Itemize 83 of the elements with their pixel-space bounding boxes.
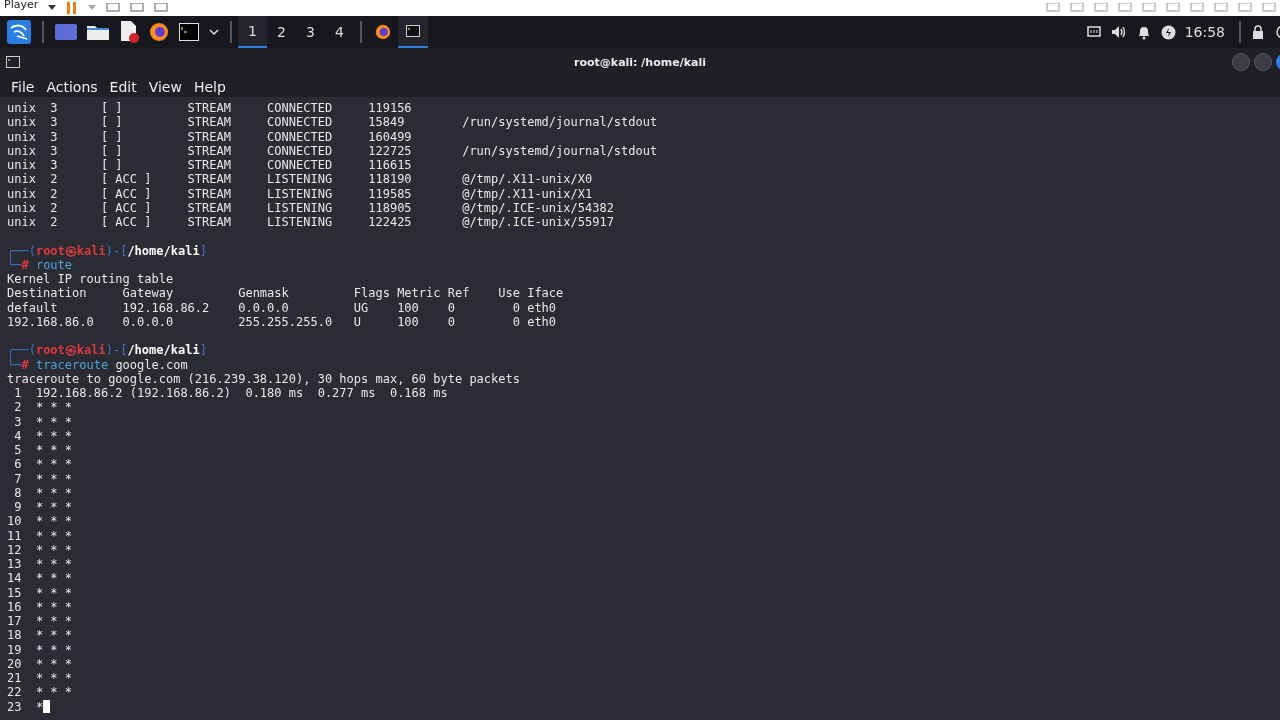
terminal-line: 3 * * * [13,414,73,429]
terminal-line: 8 * * * [13,485,73,500]
terminal-line: Destination Gateway Genmask Flags Metric Ref Use Iface [7,286,564,301]
browser-icon[interactable] [149,22,169,42]
maximize-button[interactable] [1254,53,1272,71]
browser-icon [375,24,391,40]
device-icon[interactable] [1142,3,1156,13]
minimize-button[interactable] [1232,53,1250,71]
menu-item[interactable]: Help [187,78,232,95]
workspace-tab[interactable]: 2 [267,16,296,48]
menu-item[interactable]: Actions [40,78,104,95]
terminal-line: 1 192.168.86.2 (192.168.86.2) 0.180 ms 0.277 ms 0.168 ms [13,386,448,401]
terminal-line: 10 * * * [7,514,73,529]
terminal-line: 14 * * * [7,571,73,586]
caret-icon[interactable] [209,29,219,35]
terminal-line: unix 3 [ ] STREAM CONNECTED 160499 [7,129,412,144]
device-icon[interactable] [1070,3,1084,13]
player-menu[interactable]: Player [4,0,39,11]
device-icon[interactable] [1118,3,1132,13]
folder-icon[interactable] [87,24,109,40]
terminal-line: 21 * * * [7,671,73,686]
terminal-line: 23 * [7,699,51,714]
terminal-line: unix 2 [ ACC ] STREAM LISTENING 119585 @/tmp/.X11-unix/X1 [7,186,593,201]
toolbar-icon[interactable] [130,3,145,13]
terminal-line: 18 * * * [7,628,73,643]
terminal-line: 15 * * * [7,585,73,600]
terminal-icon [6,56,20,68]
terminal-line: unix 2 [ ACC ] STREAM LISTENING 122425 @/tmp/.ICE-unix/55917 [7,215,614,230]
device-icon[interactable] [1262,3,1276,13]
terminal-line: 192.168.86.0 0.0.0.0 255.255.255.0 U 100 0 0 eth0 [7,314,557,329]
toolbar-icon[interactable] [106,3,121,13]
toolbar-icon[interactable] [154,3,169,13]
menu-item[interactable]: File [5,78,41,95]
terminal-line: unix 2 [ ACC ] STREAM LISTENING 118905 @/tmp/.ICE-unix/54382 [7,200,614,215]
prompt-line: ┌──(root㉿kali)-[/home/kali] [7,343,207,358]
bell-icon[interactable] [1136,24,1151,40]
lock-icon[interactable] [1252,25,1264,39]
command-line: └─# traceroute google.com [7,357,188,372]
terminal-line: 20 * * * [7,656,73,671]
device-icon[interactable] [1238,3,1252,13]
command-line: └─# route [7,257,73,272]
menu-item[interactable]: View [142,78,188,95]
workspace-tab[interactable]: 3 [296,16,325,48]
terminal-line: unix 2 [ ACC ] STREAM LISTENING 118190 @/tmp/.X11-unix/X0 [7,172,593,187]
terminal-line: 22 * * * [7,685,73,700]
workspace-tab[interactable]: 4 [325,16,354,48]
terminal-line: unix 3 [ ] STREAM CONNECTED 116615 [7,158,412,173]
terminal-line: 4 * * * [13,428,73,443]
terminal-line: unix 3 [ ] STREAM CONNECTED 122725 /run/systemd/journal/stdout [7,143,658,158]
terminal-line: 16 * * * [7,599,73,614]
terminal-line: traceroute to google.com (216.239.38.120), 30 hops max, 60 byte packets [7,371,520,386]
workspace-tab[interactable]: 1 [238,16,267,48]
terminal-line: unix 3 [ ] STREAM CONNECTED 119156 [7,101,412,116]
caret-icon[interactable] [48,5,57,11]
device-icon[interactable] [1190,3,1204,13]
terminal-line: Kernel IP routing table [7,272,174,287]
network-icon[interactable] [1086,26,1101,38]
terminal-line: 7 * * * [13,471,73,486]
terminal-icon [406,25,420,37]
prompt-line: ┌──(root㉿kali)-[/home/kali] [7,243,207,258]
terminal-line: unix 3 [ ] STREAM CONNECTED 15849 /run/systemd/journal/stdout [7,115,658,130]
device-icon[interactable] [1046,3,1060,13]
pause-icon[interactable] [66,2,79,14]
terminal-line: 9 * * * [13,500,73,515]
menu-item[interactable]: Edit [103,78,143,95]
terminal-line: 19 * * * [7,642,73,657]
terminal-line: default 192.168.86.2 0.0.0.0 UG 100 0 0 eth0 [7,300,557,315]
device-icon[interactable] [1214,3,1228,13]
document-icon[interactable] [119,21,139,43]
terminal-line: 2 * * * [13,400,73,415]
volume-icon[interactable] [1110,25,1127,39]
window-title: root@kali: /home/kali [574,55,706,69]
device-icon[interactable] [1166,3,1180,13]
terminal-line: 11 * * * [7,528,73,543]
terminal-line: 5 * * * [13,443,73,458]
terminal-line: 6 * * * [13,457,73,472]
terminal-line: 17 * * * [7,614,73,629]
terminal-line: 13 * * * [7,557,73,572]
clock[interactable]: 16:58 [1184,24,1225,40]
terminal-icon[interactable] [179,23,199,41]
task-button[interactable] [398,16,428,48]
terminal-line: 12 * * * [7,542,73,557]
device-icon[interactable] [1094,3,1108,13]
